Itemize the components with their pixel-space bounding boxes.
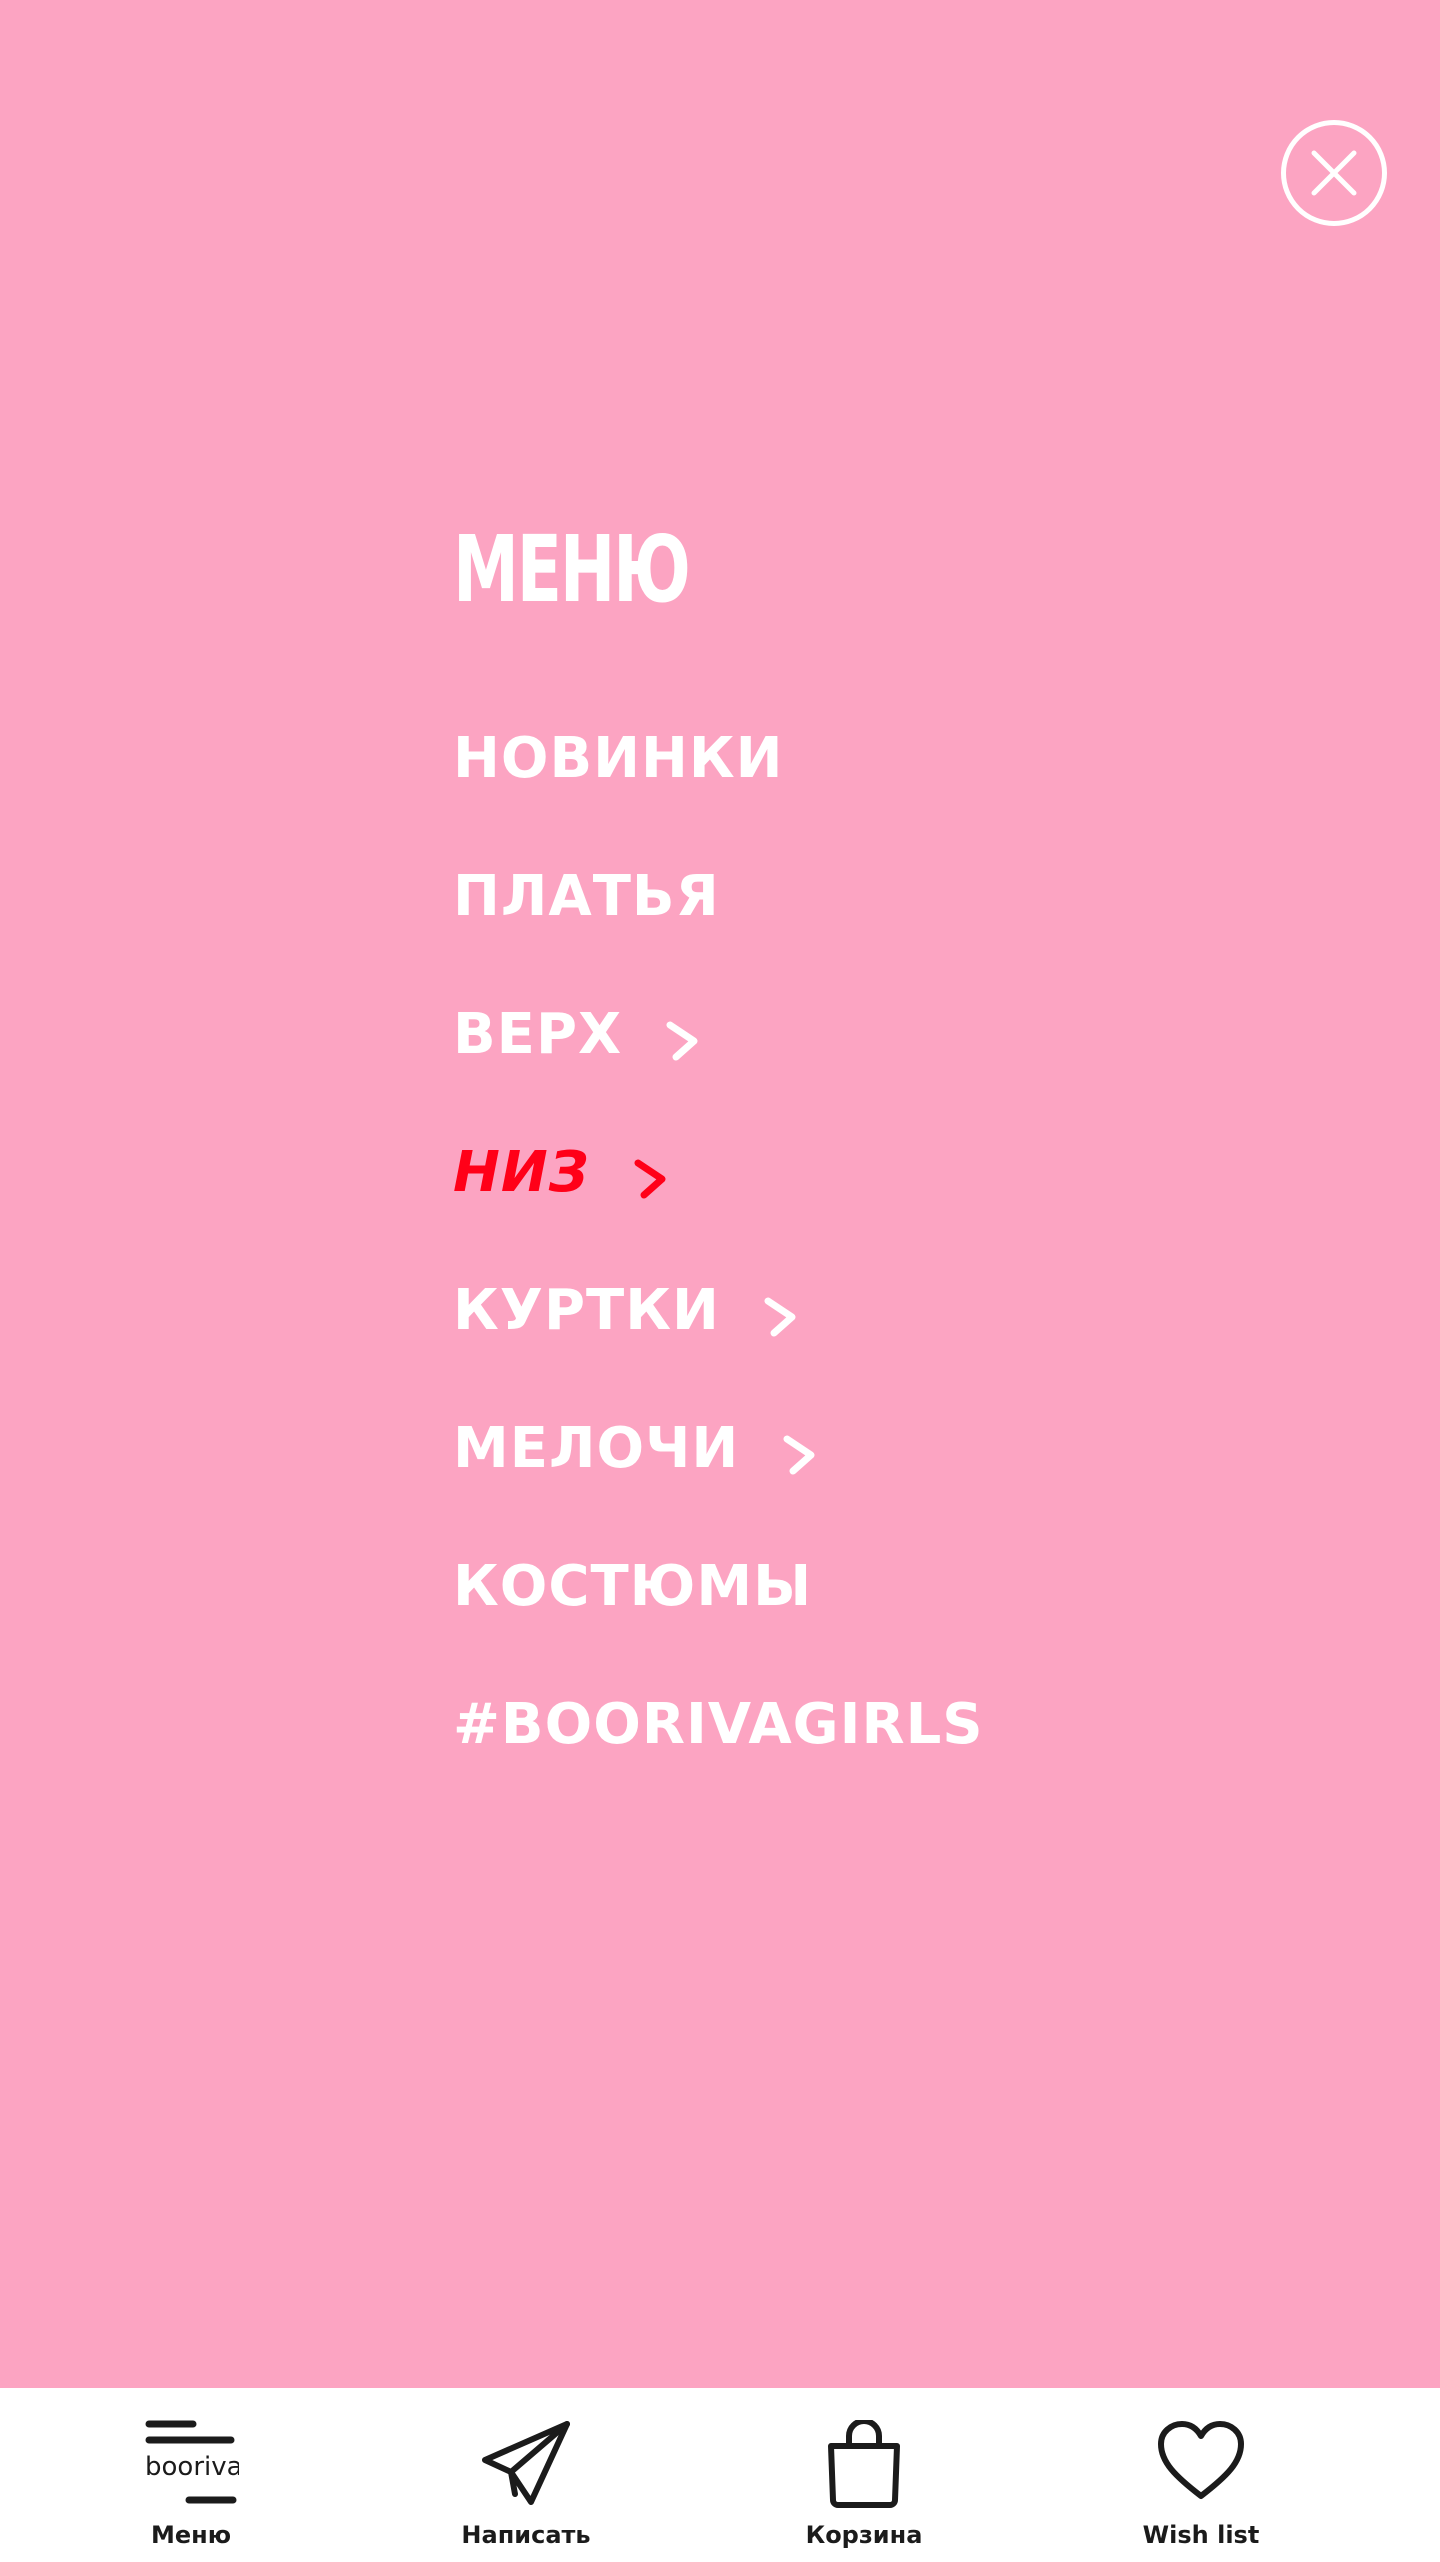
nav-label: Wish list xyxy=(1142,2521,1260,2549)
chevron-right-icon xyxy=(634,1159,666,1199)
nav-label: Написать xyxy=(461,2521,591,2549)
menu-block: МЕНЮ НОВИНКИ ПЛАТЬЯ ВЕРХ НИЗ КУРТКИ МЕЛО… xyxy=(453,515,983,1757)
chevron-right-icon xyxy=(783,1435,815,1475)
brand-logo-text: booriva xyxy=(145,2452,239,2482)
menu-item-verh[interactable]: ВЕРХ xyxy=(453,1003,984,1141)
menu-item-niz[interactable]: НИЗ xyxy=(453,1141,984,1279)
menu-item-label: НОВИНКИ xyxy=(453,726,784,791)
menu-item-boorivagirls[interactable]: #BOORIVAGIRLS xyxy=(453,1693,984,1831)
menu-screen: МЕНЮ НОВИНКИ ПЛАТЬЯ ВЕРХ НИЗ КУРТКИ МЕЛО… xyxy=(0,0,1440,2562)
close-button[interactable] xyxy=(1281,120,1387,226)
nav-label: Корзина xyxy=(805,2521,923,2549)
heart-icon xyxy=(1158,2421,1244,2499)
menu-item-label: КОСТЮМЫ xyxy=(453,1554,813,1619)
menu-item-kostyumy[interactable]: КОСТЮМЫ xyxy=(453,1555,984,1693)
menu-item-label: ВЕРХ xyxy=(453,1002,623,1067)
paper-plane-icon xyxy=(482,2421,570,2505)
menu-item-label: КУРТКИ xyxy=(453,1278,720,1343)
menu-item-melochi[interactable]: МЕЛОЧИ xyxy=(453,1417,984,1555)
menu-item-label: #BOORIVAGIRLS xyxy=(453,1692,984,1757)
menu-list: НОВИНКИ ПЛАТЬЯ ВЕРХ НИЗ КУРТКИ МЕЛОЧИ КО… xyxy=(453,727,984,1831)
chevron-right-icon xyxy=(666,1021,698,1061)
shopping-bag-icon xyxy=(828,2420,900,2508)
nav-wishlist-button[interactable]: Wish list xyxy=(1101,2388,1301,2562)
chevron-right-icon xyxy=(764,1297,796,1337)
nav-cart-button[interactable]: Корзина xyxy=(764,2388,964,2562)
menu-item-platya[interactable]: ПЛАТЬЯ xyxy=(453,865,984,1003)
nav-menu-button[interactable]: booriva Меню xyxy=(91,2388,291,2562)
nav-write-button[interactable]: Написать xyxy=(426,2388,626,2562)
menu-logo-icon: booriva xyxy=(145,2420,239,2504)
nav-label: Меню xyxy=(150,2521,232,2549)
menu-item-label: ПЛАТЬЯ xyxy=(453,864,720,929)
menu-title: МЕНЮ xyxy=(453,516,691,623)
bottom-nav-bar: booriva Меню Написать Корзина Wish list xyxy=(0,2388,1440,2562)
menu-item-novinki[interactable]: НОВИНКИ xyxy=(453,727,984,865)
menu-item-label: МЕЛОЧИ xyxy=(453,1416,740,1481)
menu-item-kurtki[interactable]: КУРТКИ xyxy=(453,1279,984,1417)
close-icon xyxy=(1311,150,1357,196)
menu-item-label: НИЗ xyxy=(453,1140,590,1205)
